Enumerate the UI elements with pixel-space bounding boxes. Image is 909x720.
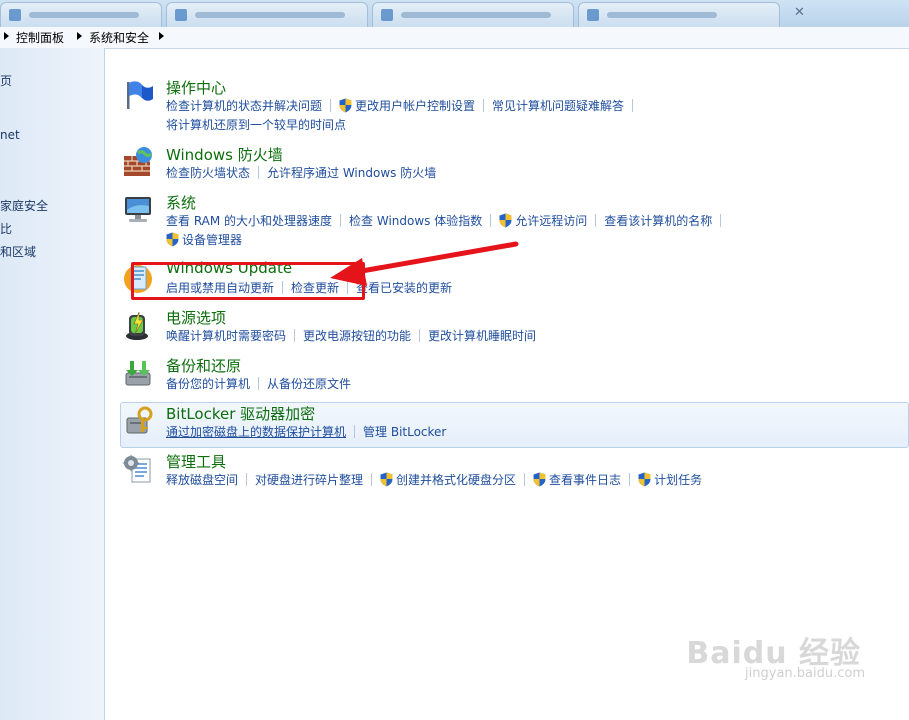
link-divider bbox=[629, 473, 631, 486]
backup-restore-icon bbox=[125, 361, 151, 386]
uac-shield-icon bbox=[166, 232, 179, 247]
category-title[interactable]: 备份和还原 bbox=[166, 355, 241, 376]
category-links: 设备管理器 bbox=[166, 232, 242, 247]
tab-title-blurred bbox=[195, 12, 345, 18]
category-links: 检查防火墙状态 允许程序通过 Windows 防火墙 bbox=[166, 165, 436, 180]
breadcrumb-item-control-panel[interactable]: 控制面板 bbox=[16, 29, 64, 46]
category-links: 查看 RAM 的大小和处理器速度 检查 Windows 体验指数 允许远程访问 查看该… bbox=[166, 213, 729, 228]
sidebar-item[interactable]: 家庭安全 bbox=[0, 197, 48, 214]
breadcrumb-separator-icon[interactable] bbox=[4, 32, 9, 40]
task-link[interactable]: 检查计算机的状态并解决问题 bbox=[166, 99, 322, 113]
category-links: 释放磁盘空间 对硬盘进行碎片整理 创建并格式化硬盘分区 查看事件日志 计划任务 bbox=[166, 472, 702, 487]
bitlocker-icon bbox=[126, 406, 153, 434]
tab-icon bbox=[381, 9, 393, 21]
tab-icon bbox=[9, 9, 21, 21]
breadcrumb-separator-icon[interactable] bbox=[159, 32, 164, 40]
uac-shield-icon bbox=[339, 98, 352, 113]
browser-tab[interactable] bbox=[166, 2, 368, 27]
uac-shield-icon bbox=[499, 213, 512, 228]
category-links: 检查计算机的状态并解决问题 更改用户帐户控制设置 常见计算机问题疑难解答 bbox=[166, 98, 641, 113]
uac-shield-icon bbox=[380, 472, 393, 487]
uac-shield-icon bbox=[533, 472, 546, 487]
link-divider bbox=[330, 99, 332, 112]
close-tab-icon[interactable]: ✕ bbox=[794, 5, 805, 20]
task-link[interactable]: 检查防火墙状态 bbox=[166, 166, 250, 180]
tab-title-blurred bbox=[29, 12, 139, 18]
link-divider bbox=[371, 473, 373, 486]
tab-title-blurred bbox=[607, 12, 717, 18]
category-title[interactable]: 电源选项 bbox=[166, 307, 226, 328]
browser-tab[interactable] bbox=[578, 2, 780, 27]
task-link[interactable]: 管理 BitLocker bbox=[363, 425, 446, 439]
task-link[interactable]: 唤醒计算机时需要密码 bbox=[166, 329, 286, 343]
category-links: 将计算机还原到一个较早的时间点 bbox=[166, 117, 346, 132]
category-links: 备份您的计算机 从备份还原文件 bbox=[166, 376, 351, 391]
firewall-icon bbox=[124, 147, 153, 176]
link-divider bbox=[258, 377, 260, 390]
task-link[interactable]: 查看 RAM 的大小和处理器速度 bbox=[166, 214, 332, 228]
sidebar-item[interactable]: 页 bbox=[0, 72, 12, 89]
browser-tab-strip: ✕ bbox=[0, 0, 909, 27]
task-link[interactable]: 通过加密磁盘上的数据保护计算机 bbox=[166, 425, 346, 439]
task-link[interactable]: 释放磁盘空间 bbox=[166, 473, 238, 487]
task-link[interactable]: 对硬盘进行碎片整理 bbox=[255, 473, 363, 487]
browser-tab[interactable] bbox=[0, 2, 162, 27]
link-divider bbox=[490, 214, 492, 227]
task-link[interactable]: 检查 Windows 体验指数 bbox=[349, 214, 482, 228]
tab-icon bbox=[175, 9, 187, 21]
task-link[interactable]: 允许远程访问 bbox=[515, 214, 587, 228]
browser-tab[interactable] bbox=[372, 2, 574, 27]
uac-shield-icon bbox=[638, 472, 651, 487]
tab-title-blurred bbox=[401, 12, 551, 18]
power-options-icon bbox=[126, 311, 148, 340]
link-divider bbox=[720, 214, 722, 227]
link-divider bbox=[340, 214, 342, 227]
breadcrumb: 控制面板 系统和安全 bbox=[0, 27, 909, 49]
task-link[interactable]: 允许程序通过 Windows 防火墙 bbox=[267, 166, 436, 180]
task-link[interactable]: 常见计算机问题疑难解答 bbox=[492, 99, 624, 113]
category-links: 唤醒计算机时需要密码 更改电源按钮的功能 更改计算机睡眠时间 bbox=[166, 328, 536, 343]
sidebar-item[interactable]: 和区域 bbox=[0, 243, 36, 260]
task-link[interactable]: 更改计算机睡眠时间 bbox=[428, 329, 536, 343]
category-links: 通过加密磁盘上的数据保护计算机 管理 BitLocker bbox=[166, 424, 446, 439]
category-title[interactable]: 管理工具 bbox=[166, 451, 226, 472]
category-title[interactable]: 系统 bbox=[166, 192, 196, 213]
task-link[interactable]: 设备管理器 bbox=[182, 233, 242, 247]
task-link[interactable]: 从备份还原文件 bbox=[267, 377, 351, 391]
flag-icon bbox=[127, 81, 153, 109]
breadcrumb-item-system-security[interactable]: 系统和安全 bbox=[89, 29, 149, 46]
sidebar-item[interactable]: 比 bbox=[0, 220, 12, 237]
task-link[interactable]: 查看该计算机的名称 bbox=[604, 214, 712, 228]
link-divider bbox=[258, 166, 260, 179]
category-title[interactable]: BitLocker 驱动器加密 bbox=[166, 403, 315, 424]
task-link[interactable]: 备份您的计算机 bbox=[166, 377, 250, 391]
tab-icon bbox=[587, 9, 599, 21]
baidu-watermark-url: jingyan.baidu.com bbox=[745, 666, 865, 681]
task-link[interactable]: 创建并格式化硬盘分区 bbox=[396, 473, 516, 487]
category-title[interactable]: 操作中心 bbox=[166, 77, 226, 98]
left-nav-pane: 页 net 家庭安全 比 和区域 bbox=[0, 48, 105, 720]
annotation-highlight-box bbox=[131, 262, 365, 300]
link-divider bbox=[524, 473, 526, 486]
link-divider bbox=[632, 99, 634, 112]
task-link[interactable]: 更改用户帐户控制设置 bbox=[355, 99, 475, 113]
category-title[interactable]: Windows 防火墙 bbox=[166, 144, 283, 165]
task-link[interactable]: 计划任务 bbox=[654, 473, 702, 487]
computer-icon bbox=[125, 197, 151, 222]
sidebar-item[interactable]: net bbox=[0, 128, 20, 142]
link-divider bbox=[419, 329, 421, 342]
link-divider bbox=[483, 99, 485, 112]
link-divider bbox=[294, 329, 296, 342]
admin-tools-icon bbox=[122, 454, 151, 483]
link-divider bbox=[246, 473, 248, 486]
link-divider bbox=[595, 214, 597, 227]
task-link[interactable]: 查看已安装的更新 bbox=[356, 281, 452, 295]
task-link[interactable]: 查看事件日志 bbox=[549, 473, 621, 487]
breadcrumb-separator-icon[interactable] bbox=[77, 32, 82, 40]
task-link[interactable]: 将计算机还原到一个较早的时间点 bbox=[166, 118, 346, 132]
link-divider bbox=[354, 425, 356, 438]
task-link[interactable]: 更改电源按钮的功能 bbox=[303, 329, 411, 343]
